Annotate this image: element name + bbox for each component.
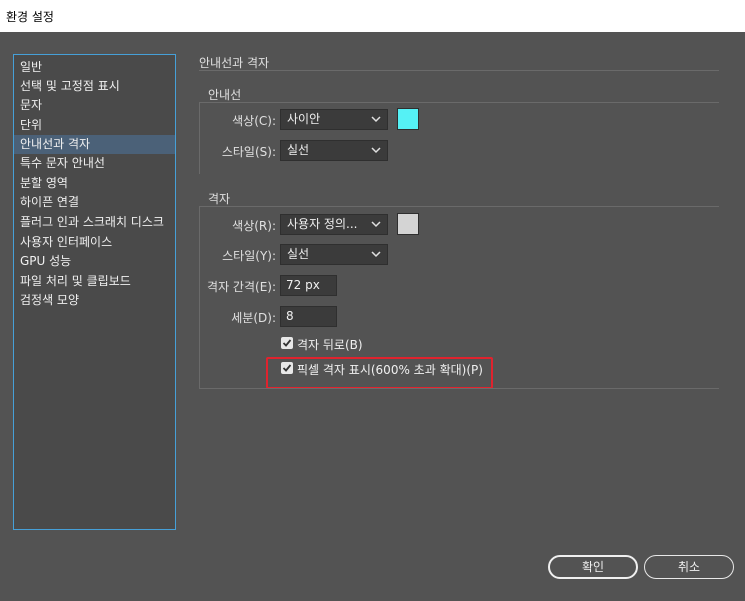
subdivisions-input[interactable]: 8 [280, 306, 337, 327]
subdivisions-label: 세분(D): [231, 311, 276, 325]
grid-divider [199, 206, 719, 207]
title-bar: 환경 설정 [0, 0, 745, 32]
annotation-highlight-box [266, 357, 493, 389]
guides-divider [199, 102, 719, 103]
grid-color-label: 색상(R): [232, 219, 276, 233]
sidebar-item-file-handling-clipboard[interactable]: 파일 처리 및 클립보드 [14, 272, 175, 291]
window-title: 환경 설정 [6, 10, 54, 24]
sidebar-item-black-appearance[interactable]: 검정색 모양 [14, 291, 175, 310]
grid-style-select[interactable]: 실선 [280, 244, 388, 265]
sidebar-item-slices[interactable]: 분할 영역 [14, 174, 175, 193]
checkmark-icon [282, 339, 292, 347]
grid-color-swatch[interactable] [397, 213, 419, 235]
grid-color-value: 사용자 정의... [287, 217, 358, 231]
chevron-down-icon [371, 147, 381, 154]
guides-heading: 안내선 [208, 88, 242, 102]
guides-color-swatch[interactable] [397, 108, 419, 130]
chevron-down-icon [371, 251, 381, 258]
grid-style-label: 스타일(Y): [222, 249, 276, 263]
sidebar-item-selection-anchor-display[interactable]: 선택 및 고정점 표시 [14, 77, 175, 96]
grid-color-select[interactable]: 사용자 정의... [280, 214, 388, 235]
guides-style-value: 실선 [287, 143, 310, 157]
gridline-every-input[interactable]: 72 px [280, 275, 337, 296]
sidebar-item-plugins-scratch-disks[interactable]: 플러그 인과 스크래치 디스크 [14, 213, 175, 232]
grid-style-value: 실선 [287, 247, 310, 261]
guides-style-label: 스타일(S): [221, 145, 276, 159]
chevron-down-icon [371, 116, 381, 123]
guides-color-value: 사이안 [287, 112, 321, 126]
panel-title-divider [199, 70, 719, 71]
guides-style-select[interactable]: 실선 [280, 140, 388, 161]
gridline-every-label: 격자 간격(E): [207, 280, 276, 294]
sidebar-item-general[interactable]: 일반 [14, 58, 175, 77]
sidebar-item-smart-guides[interactable]: 특수 문자 안내선 [14, 154, 175, 173]
grid-heading: 격자 [208, 192, 231, 206]
ok-button[interactable]: 확인 [548, 555, 638, 579]
sidebar-item-hyphenation[interactable]: 하이픈 연결 [14, 193, 175, 212]
panel-title: 안내선과 격자 [199, 56, 270, 70]
sidebar-item-user-interface[interactable]: 사용자 인터페이스 [14, 233, 175, 252]
chevron-down-icon [371, 221, 381, 228]
sidebar-item-type[interactable]: 문자 [14, 96, 175, 115]
grids-in-back-label: 격자 뒤로(B) [297, 338, 363, 352]
sidebar-item-units[interactable]: 단위 [14, 116, 175, 135]
preferences-category-list[interactable]: 일반 선택 및 고정점 표시 문자 단위 안내선과 격자 특수 문자 안내선 분… [13, 54, 176, 530]
cancel-button[interactable]: 취소 [644, 555, 734, 579]
sidebar-item-guides-grid[interactable]: 안내선과 격자 [14, 135, 175, 154]
grids-in-back-checkbox[interactable] [281, 337, 293, 349]
guides-color-label: 색상(C): [232, 114, 276, 128]
sidebar-item-gpu-performance[interactable]: GPU 성능 [14, 252, 175, 271]
grid-group-bottom-border [199, 388, 719, 389]
guides-color-select[interactable]: 사이안 [280, 109, 388, 130]
